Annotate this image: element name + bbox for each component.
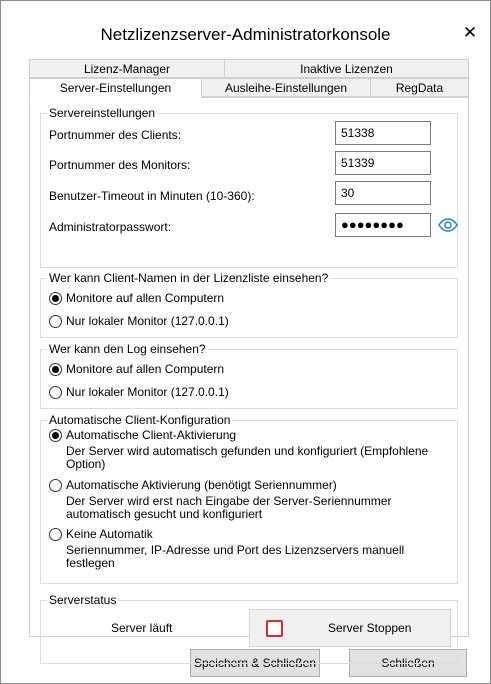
server-status-group: Serverstatus Server läuft Server Stoppen xyxy=(40,593,458,664)
stop-icon xyxy=(266,620,283,637)
auto-config-option3[interactable]: Keine Automatik xyxy=(49,527,153,541)
monitor-port-input[interactable]: 51339 xyxy=(335,151,431,175)
radio-unselected-icon[interactable] xyxy=(49,479,62,492)
client-names-option-local-label: Nur lokaler Monitor (127.0.0.1) xyxy=(66,314,229,328)
auto-config-option2-desc: Der Server wird erst nach Eingabe der Se… xyxy=(66,494,392,521)
log-option-all-label: Monitore auf allen Computern xyxy=(66,362,225,376)
log-option-local-label: Nur lokaler Monitor (127.0.0.1) xyxy=(66,385,229,399)
tab-ausleihe-einstellungen[interactable]: Ausleihe-Einstellungen xyxy=(201,78,371,97)
tab-server-einstellungen[interactable]: Server-Einstellungen xyxy=(29,78,202,98)
server-settings-group: Servereinstellungen Portnummer des Clien… xyxy=(40,106,461,268)
radio-unselected-icon[interactable] xyxy=(49,315,62,328)
timeout-input[interactable]: 30 xyxy=(335,181,431,205)
log-group: Wer kann den Log einsehen? Monitore auf … xyxy=(40,342,458,409)
monitor-port-label: Portnummer des Monitors: xyxy=(49,158,191,172)
timeout-label: Benutzer-Timeout in Minuten (10-360): xyxy=(49,189,255,203)
radio-selected-icon[interactable] xyxy=(49,363,62,376)
client-port-input[interactable]: 51338 xyxy=(335,121,431,145)
auto-config-option1-label: Automatische Client-Aktivierung xyxy=(66,428,237,442)
tab-regdata[interactable]: RegData xyxy=(370,78,469,97)
server-settings-panel: Servereinstellungen Portnummer des Clien… xyxy=(29,97,469,664)
auto-config-legend: Automatische Client-Konfiguration xyxy=(47,413,233,427)
radio-unselected-icon[interactable] xyxy=(49,528,62,541)
auto-config-option2-label: Automatische Aktivierung (benötigt Serie… xyxy=(66,478,337,492)
server-status-legend: Serverstatus xyxy=(47,593,119,607)
window-title: Netzlizenzserver-Administratorkonsole xyxy=(100,25,391,44)
auto-config-option2[interactable]: Automatische Aktivierung (benötigt Serie… xyxy=(49,478,337,492)
client-port-label: Portnummer des Clients: xyxy=(49,128,182,142)
tab-control: Lizenz-Manager Inaktive Lizenzen Server-… xyxy=(29,59,469,664)
auto-config-option3-label: Keine Automatik xyxy=(66,527,153,541)
client-names-legend: Wer kann Client-Namen in der Lizenzliste… xyxy=(47,271,331,285)
radio-selected-icon[interactable] xyxy=(49,292,62,305)
server-status-text: Server läuft xyxy=(111,621,173,635)
password-label: Administratorpasswort: xyxy=(49,220,172,234)
radio-unselected-icon[interactable] xyxy=(49,386,62,399)
title-bar: Netzlizenzserver-Administratorkonsole ✕ xyxy=(1,1,490,57)
client-names-option-all[interactable]: Monitore auf allen Computern xyxy=(49,291,224,305)
log-option-all[interactable]: Monitore auf allen Computern xyxy=(49,362,224,376)
server-settings-legend: Servereinstellungen xyxy=(47,106,158,120)
server-stop-label: Server Stoppen xyxy=(328,621,412,635)
tab-lizenz-manager[interactable]: Lizenz-Manager xyxy=(29,59,225,78)
client-names-option-all-label: Monitore auf allen Computern xyxy=(66,291,225,305)
log-option-local[interactable]: Nur lokaler Monitor (127.0.0.1) xyxy=(49,385,229,399)
auto-config-group: Automatische Client-Konfiguration Automa… xyxy=(40,413,458,584)
tab-inaktive-lizenzen[interactable]: Inaktive Lizenzen xyxy=(224,59,469,78)
close-icon[interactable]: ✕ xyxy=(458,21,482,45)
radio-selected-icon[interactable] xyxy=(49,429,62,442)
log-legend: Wer kann den Log einsehen? xyxy=(47,342,208,356)
auto-config-option1[interactable]: Automatische Client-Aktivierung xyxy=(49,428,236,442)
eye-icon[interactable] xyxy=(435,213,461,237)
server-stop-button[interactable]: Server Stoppen xyxy=(249,609,451,647)
client-names-group: Wer kann Client-Namen in der Lizenzliste… xyxy=(40,271,458,338)
auto-config-option3-desc: Seriennummer, IP-Adresse und Port des Li… xyxy=(66,543,405,570)
dialog-window: Netzlizenzserver-Administratorkonsole ✕ … xyxy=(0,0,491,684)
auto-config-option1-desc: Der Server wird automatisch gefunden und… xyxy=(66,444,429,471)
password-input[interactable]: ●●●●●●●● xyxy=(335,213,431,237)
client-names-option-local[interactable]: Nur lokaler Monitor (127.0.0.1) xyxy=(49,314,229,328)
